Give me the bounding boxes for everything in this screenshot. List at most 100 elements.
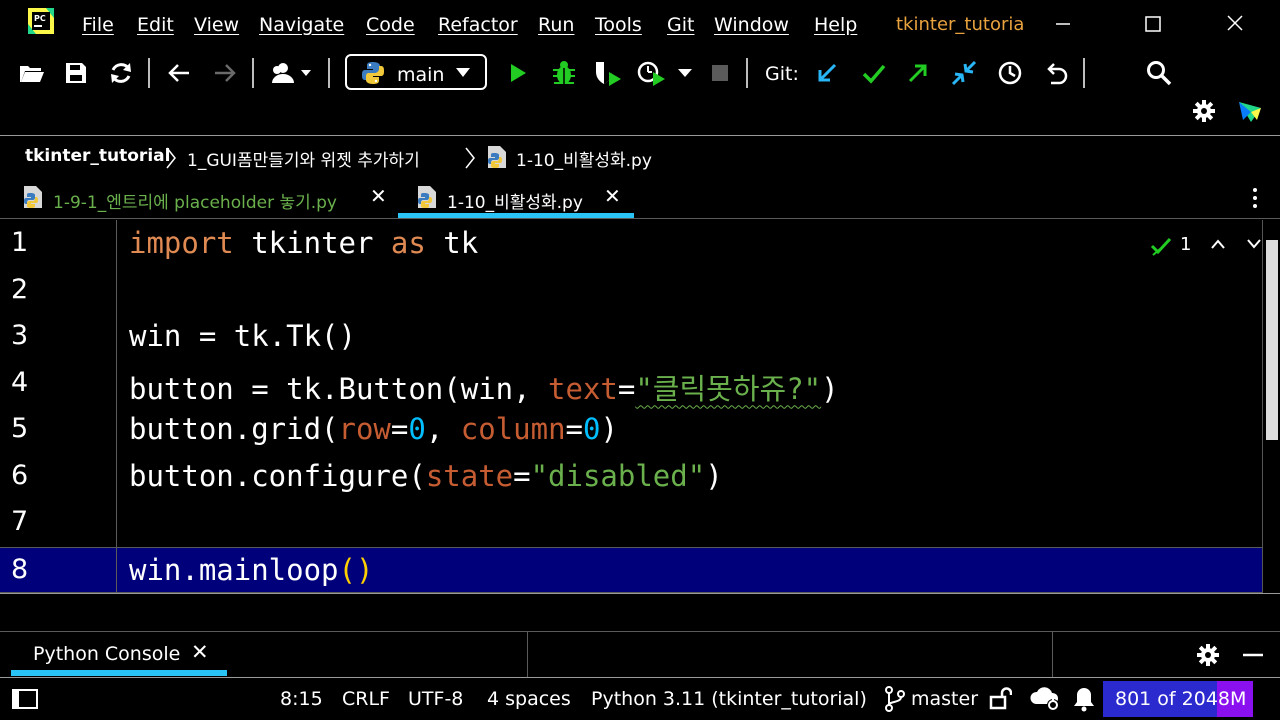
code-line[interactable]: 5 button.grid(row=0, column=0) — [0, 407, 1262, 453]
minimize-icon[interactable] — [1048, 10, 1078, 38]
indent-setting[interactable]: 4 spaces — [487, 688, 571, 710]
git-update-icon[interactable] — [812, 58, 842, 88]
chevron-up-icon[interactable] — [1210, 238, 1226, 250]
rollback-icon[interactable] — [1041, 58, 1071, 88]
code-line[interactable]: 3 win = tk.Tk() — [0, 314, 1262, 360]
code-editor[interactable]: 1 import tkinter as tk 2 3 win = tk.Tk() 4 but… — [0, 220, 1280, 593]
tool-window-header: Python Console ✕ — [0, 631, 1280, 678]
line-separator[interactable]: CRLF — [342, 688, 390, 710]
python-file-icon — [418, 186, 436, 208]
breadcrumb: tkinter_tutorial 1_GUI폼만들기와 위젯 추가하기 1-10… — [0, 137, 1280, 177]
code-line[interactable]: 4 button = tk.Button(win, text="클릭못하쥬?") — [0, 361, 1262, 407]
git-push-icon[interactable] — [903, 58, 933, 88]
menu-file[interactable]: File — [82, 14, 114, 36]
breadcrumb-project[interactable]: tkinter_tutorial — [25, 146, 170, 166]
menu-run[interactable]: Run — [538, 14, 574, 36]
caret-position[interactable]: 8:15 — [280, 688, 323, 710]
toggle-tool-windows-icon[interactable] — [12, 688, 38, 710]
python-interpreter[interactable]: Python 3.11 (tkinter_tutorial) — [591, 688, 867, 710]
debug-icon[interactable] — [549, 58, 579, 88]
forward-icon[interactable] — [210, 58, 240, 88]
code-token: = — [565, 412, 583, 446]
line-number: 6 — [11, 459, 29, 491]
code-line[interactable]: 8 win.mainloop() — [0, 546, 1262, 593]
code-line[interactable]: 1 import tkinter as tk — [0, 221, 1262, 267]
breadcrumb-folder[interactable]: 1_GUI폼만들기와 위젯 추가하기 — [187, 146, 420, 171]
coverage-icon[interactable] — [593, 58, 623, 88]
git-label: Git: — [765, 63, 799, 85]
more-vertical-icon[interactable] — [1246, 186, 1264, 210]
maximize-icon[interactable] — [1138, 10, 1168, 38]
menu-view[interactable]: View — [194, 14, 239, 36]
code-line[interactable]: 2 — [0, 268, 1262, 314]
menu-tools[interactable]: Tools — [595, 14, 642, 36]
tab-python-console[interactable]: Python Console ✕ — [0, 632, 230, 678]
file-encoding[interactable]: UTF-8 — [408, 688, 463, 710]
search-icon[interactable] — [1144, 58, 1174, 88]
hide-panel-icon[interactable] — [1242, 644, 1264, 666]
chevron-right-icon — [166, 147, 176, 169]
python-file-icon — [24, 186, 42, 208]
menu-git[interactable]: Git — [667, 14, 694, 36]
chevron-down-icon[interactable] — [1246, 238, 1262, 250]
editor-scrollbar[interactable] — [1262, 220, 1280, 593]
tool-window: Python Console ✕ — [0, 593, 1280, 678]
jetbrains-icon[interactable] — [1235, 96, 1265, 126]
code-token: as — [390, 226, 426, 260]
settings-icon[interactable] — [1189, 96, 1219, 126]
divider — [1052, 632, 1053, 678]
menu-refactor[interactable]: Refactor — [438, 14, 518, 36]
git-commit-icon[interactable] — [859, 58, 889, 88]
run-icon[interactable] — [503, 58, 533, 88]
tab-active-file[interactable]: 1-10_비활성화.py ✕ — [398, 177, 634, 219]
menu-navigate[interactable]: Navigate — [259, 14, 344, 36]
save-icon[interactable] — [61, 58, 91, 88]
settings-icon[interactable] — [1196, 643, 1220, 667]
scrollbar-thumb[interactable] — [1266, 240, 1278, 440]
code-token: state — [425, 458, 514, 493]
pycharm-logo-icon: PC — [28, 8, 54, 34]
memory-indicator[interactable]: 801 of 2048M — [1103, 681, 1253, 717]
code-line[interactable]: 7 — [0, 500, 1262, 546]
open-folder-icon[interactable] — [17, 58, 47, 88]
menu-code[interactable]: Code — [366, 14, 415, 36]
git-merge-icon[interactable] — [949, 58, 979, 88]
profile-icon[interactable] — [637, 58, 667, 88]
breadcrumb-file[interactable]: 1-10_비활성화.py — [516, 146, 652, 171]
more-run-icon[interactable] — [673, 58, 697, 88]
menu-window[interactable]: Window — [714, 14, 789, 36]
close-tab-icon[interactable]: ✕ — [604, 184, 621, 208]
stop-icon[interactable] — [705, 58, 735, 88]
unlock-icon[interactable] — [988, 686, 1012, 710]
line-number: 7 — [11, 506, 29, 537]
run-config-selector[interactable]: main — [345, 54, 487, 90]
divider — [527, 632, 528, 678]
close-window-icon[interactable] — [1220, 10, 1250, 38]
inspection-count: 1 — [1180, 234, 1192, 255]
code-token: button = tk.Button(win, — [129, 371, 549, 406]
back-icon[interactable] — [164, 58, 194, 88]
code-token: tkinter — [233, 226, 391, 260]
code-text: import tkinter as tk — [129, 226, 478, 260]
cloud-sync-icon[interactable] — [1028, 684, 1062, 712]
git-branch[interactable]: master — [911, 688, 978, 710]
python-console-label: Python Console — [33, 643, 181, 665]
close-console-icon[interactable]: ✕ — [191, 640, 209, 664]
code-text: button = tk.Button(win, text="클릭못하쥬?") — [129, 366, 839, 408]
memory-label: 801 of 2048M — [1115, 688, 1247, 710]
sync-icon[interactable] — [106, 58, 136, 88]
editor-tab-bar: 1-9-1_엔트리에 placeholder 놓기.py ✕ 1-10_비활성화… — [0, 177, 1280, 219]
menu-help[interactable]: Help — [814, 14, 857, 36]
history-icon[interactable] — [995, 58, 1025, 88]
notifications-bell-icon[interactable] — [1072, 686, 1096, 712]
inspection-widget[interactable]: 1 — [1150, 234, 1262, 258]
tab-label: 1-10_비활성화.py — [447, 193, 583, 213]
menu-edit[interactable]: Edit — [137, 14, 174, 36]
close-tab-icon[interactable]: ✕ — [370, 184, 387, 208]
code-token: ) — [600, 412, 618, 446]
line-number: 4 — [11, 366, 29, 398]
code-line[interactable]: 6 button.configure(state="disabled") — [0, 454, 1262, 500]
code-text: button.grid(row=0, column=0) — [129, 412, 618, 446]
tab-placeholder-file[interactable]: 1-9-1_엔트리에 placeholder 놓기.py ✕ — [0, 177, 396, 219]
user-icon[interactable] — [268, 58, 316, 88]
